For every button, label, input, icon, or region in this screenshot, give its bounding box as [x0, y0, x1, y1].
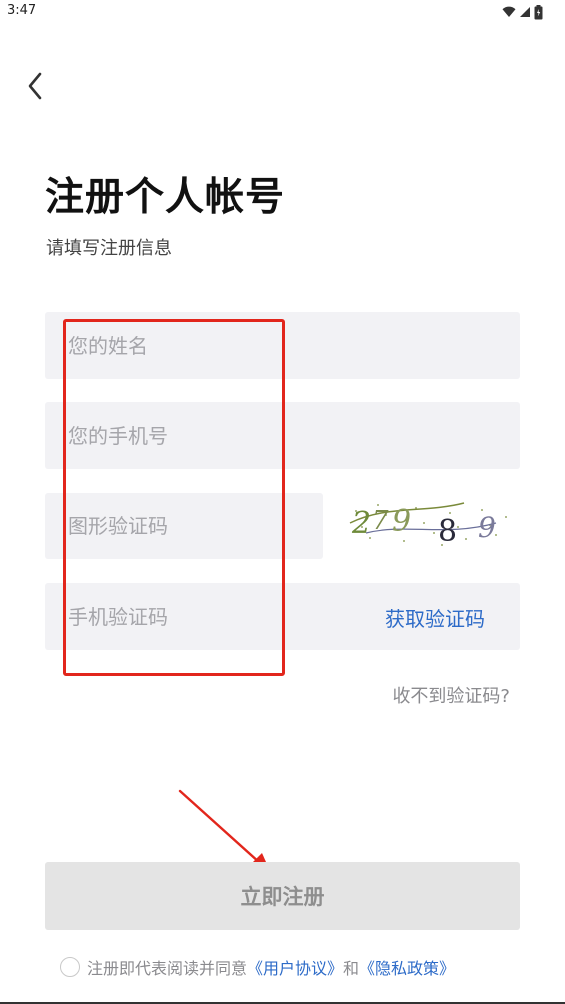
- agreement-and: 和: [343, 959, 360, 978]
- svg-text:7: 7: [372, 506, 389, 536]
- status-bar: 3:47: [0, 0, 565, 24]
- status-time: 3:47: [7, 3, 37, 18]
- phone-field: [45, 402, 520, 469]
- name-input[interactable]: [45, 312, 520, 379]
- svg-text:2: 2: [351, 506, 371, 541]
- agreement-row: 注册即代表阅读并同意 《用户协议》 和 《隐私政策》: [60, 954, 455, 980]
- back-button[interactable]: [18, 66, 52, 106]
- no-code-link[interactable]: 收不到验证码?: [392, 682, 510, 708]
- captcha-field: [45, 493, 323, 559]
- svg-text:9: 9: [392, 504, 411, 539]
- privacy-policy-link[interactable]: 《隐私政策》: [359, 955, 455, 979]
- status-icons: [502, 4, 543, 20]
- captcha-input[interactable]: [45, 493, 323, 559]
- wifi-icon: [502, 6, 516, 17]
- captcha-image[interactable]: 2 7 9 8 9: [346, 493, 514, 559]
- svg-text:8: 8: [438, 514, 457, 549]
- agreement-checkbox[interactable]: [60, 957, 80, 977]
- page-title: 注册个人帐号: [45, 175, 286, 220]
- name-field: [45, 312, 520, 379]
- agreement-prefix: 注册即代表阅读并同意: [87, 959, 248, 978]
- chevron-left-icon: [28, 72, 42, 100]
- page-subtitle: 请填写注册信息: [46, 238, 172, 259]
- svg-text:9: 9: [478, 511, 496, 544]
- user-agreement-link[interactable]: 《用户协议》: [247, 955, 343, 979]
- signal-icon: [520, 7, 530, 17]
- get-code-button[interactable]: 获取验证码: [385, 603, 485, 632]
- battery-icon: [534, 4, 543, 19]
- phone-input[interactable]: [45, 402, 520, 469]
- register-button[interactable]: 立即注册: [45, 862, 520, 930]
